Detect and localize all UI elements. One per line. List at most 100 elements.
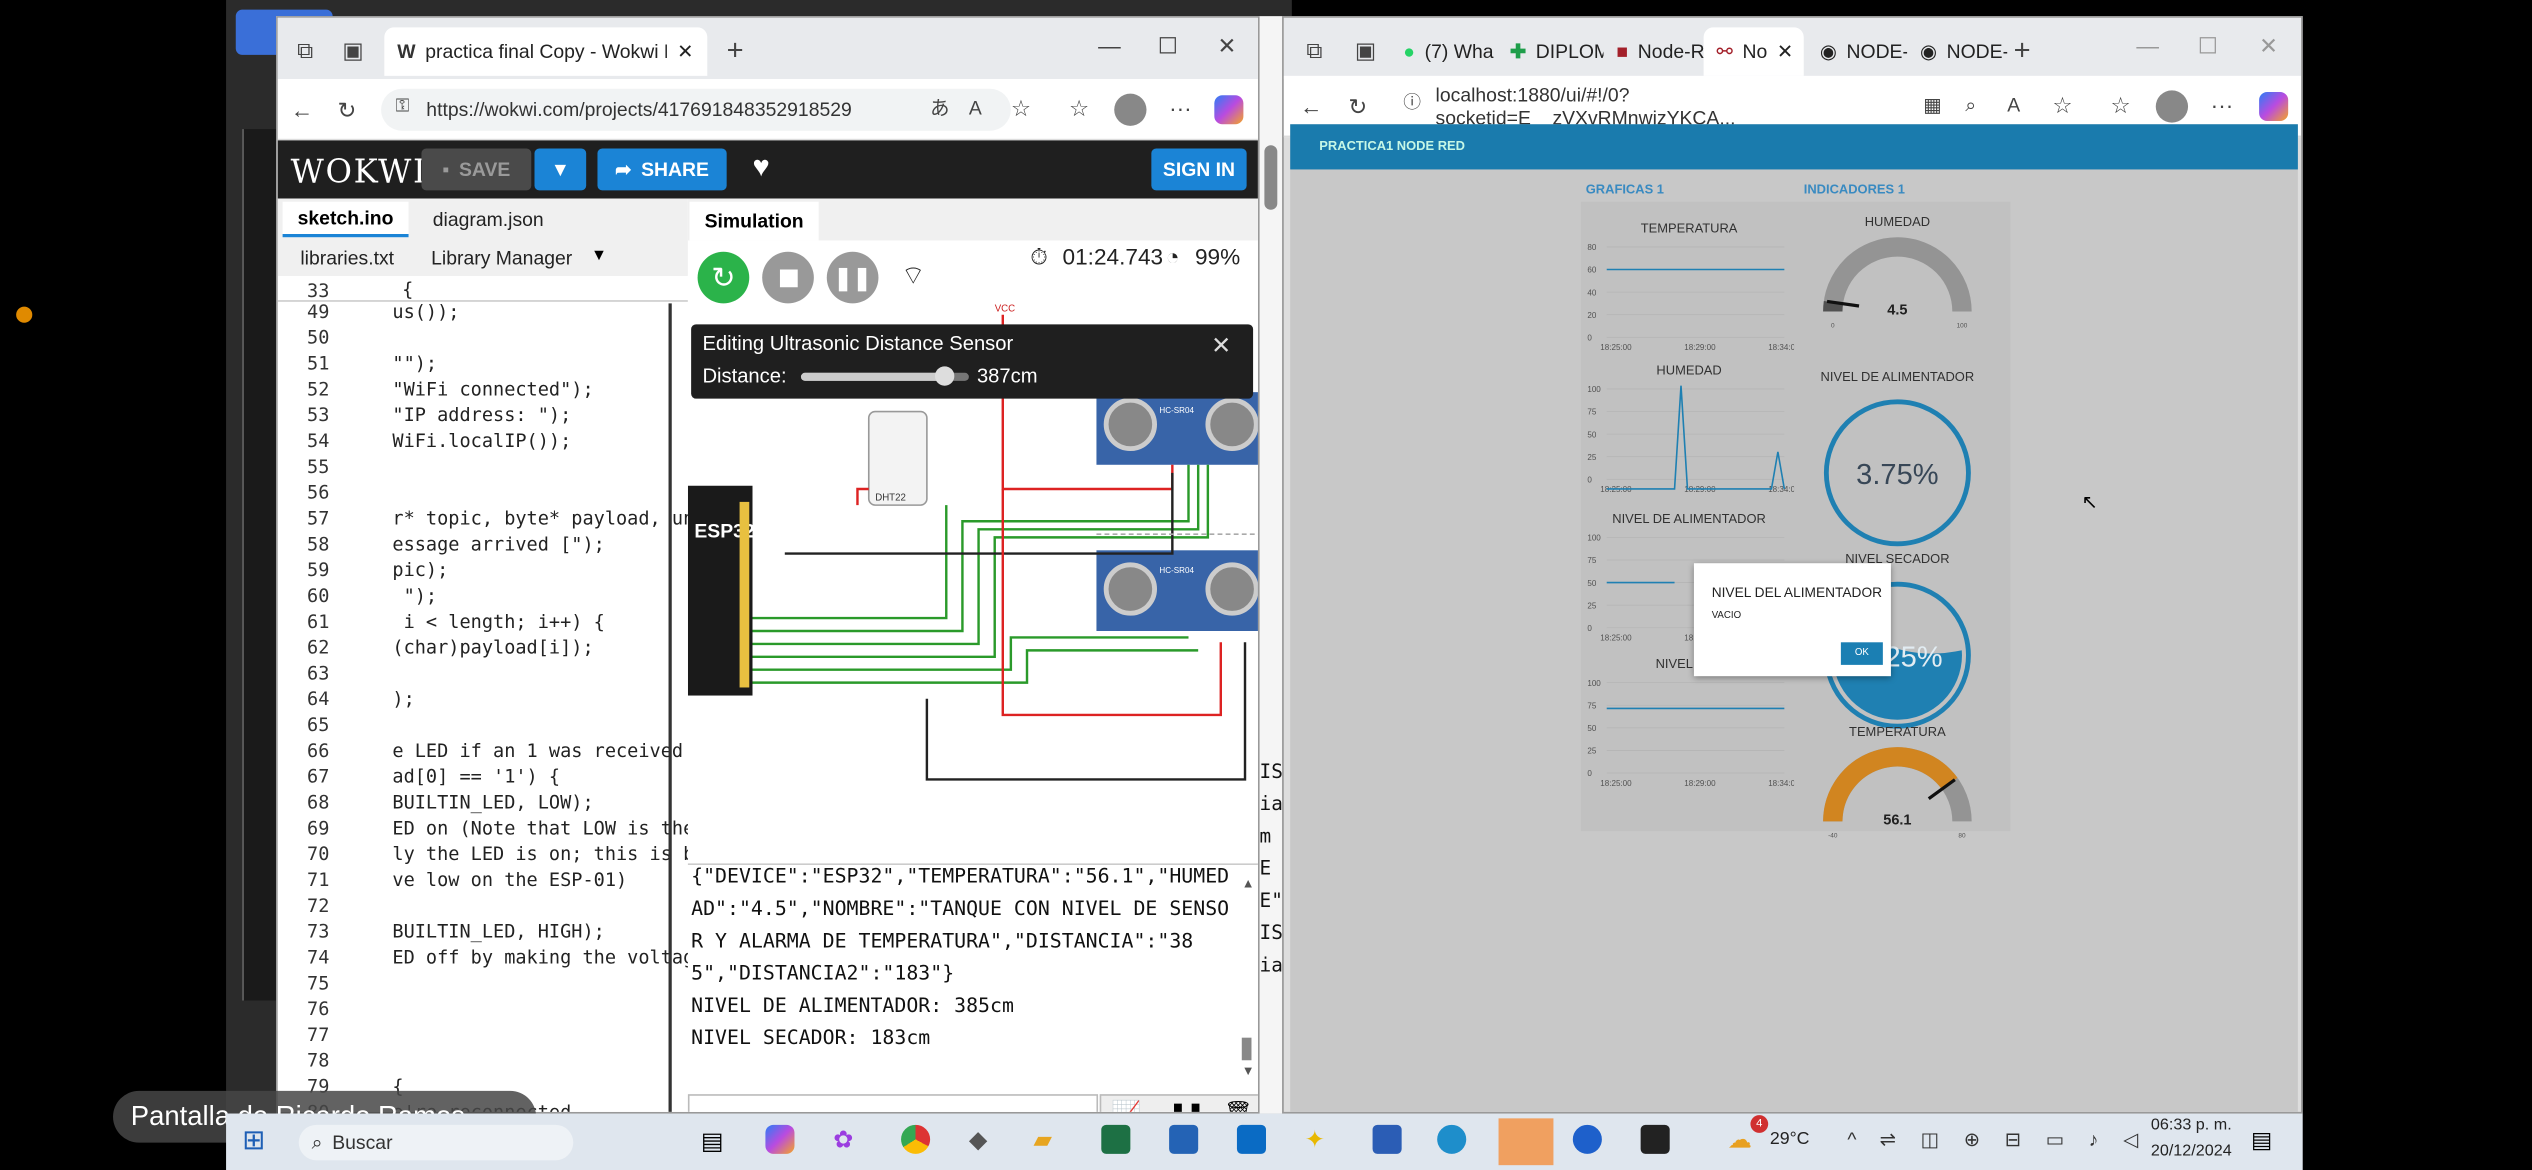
clock-date[interactable]: 20/12/2024 <box>2138 1143 2245 1161</box>
code-line[interactable]: BUILTIN_LED, LOW); <box>392 791 593 814</box>
workspaces-icon[interactable]: ⧉ <box>297 39 313 62</box>
tab-actions-icon[interactable]: ▣ <box>1355 39 1376 62</box>
code-line[interactable]: i < length; i++) { <box>392 610 605 633</box>
translate-icon[interactable]: あ <box>930 98 949 117</box>
close-icon[interactable]: ✕ <box>677 40 693 63</box>
slider-thumb[interactable] <box>935 366 956 386</box>
code-line[interactable]: "IP address: "); <box>392 403 571 426</box>
new-tab-icon[interactable]: + <box>2014 36 2031 65</box>
more-icon[interactable]: ··· <box>2211 94 2234 117</box>
favorite-icon[interactable]: ☆ <box>2052 94 2072 117</box>
code-line[interactable]: us()); <box>392 300 459 323</box>
code-line[interactable]: ""); <box>392 352 437 375</box>
folder-icon[interactable]: ▰ <box>1033 1125 1052 1153</box>
info-icon[interactable]: ⓘ <box>1403 94 1421 113</box>
minimize-icon[interactable]: — <box>1098 34 1121 57</box>
active-app-highlight[interactable] <box>1498 1118 1554 1166</box>
site-info-icon[interactable]: ⚿ <box>396 98 410 116</box>
code-line[interactable]: "); <box>392 584 438 607</box>
app-icon[interactable] <box>1169 1124 1199 1154</box>
app-icon[interactable]: ◆ <box>969 1125 988 1153</box>
app-icon[interactable]: ▦ <box>1923 95 1941 114</box>
serial-input[interactable] <box>687 1094 1099 1112</box>
tab-wokwi[interactable]: W practica final Copy - Wokwi ESP32 ✕ <box>384 27 708 76</box>
system-tray-icons[interactable]: ⇌ ◫ ⊕ ⊟ ▭ ♪ ◁ <box>1880 1128 2148 1151</box>
app-icon[interactable] <box>1572 1124 1602 1154</box>
close-icon[interactable]: ✕ <box>1211 331 1231 359</box>
tab-whatsapp[interactable]: ● (7) Wha <box>1390 27 1497 75</box>
terminal-icon[interactable] <box>1640 1124 1670 1154</box>
distance-slider[interactable] <box>800 366 969 386</box>
code-line[interactable]: (char)payload[i]); <box>392 636 593 659</box>
maximize-icon[interactable]: ☐ <box>1158 34 1178 57</box>
copilot-icon[interactable] <box>1214 95 1244 125</box>
close-window-icon[interactable]: ✕ <box>2259 34 2278 57</box>
close-window-icon[interactable]: ✕ <box>1218 34 1237 57</box>
serial-monitor-output[interactable]: {"DEVICE":"ESP32","TEMPERATURA":"56.1","… <box>691 860 1232 1089</box>
share-button[interactable]: ➦ SHARE <box>597 148 727 191</box>
refresh-icon[interactable]: ↻ <box>337 98 356 121</box>
code-line[interactable]: ad[0] == '1') { <box>392 765 560 788</box>
workspaces-icon[interactable]: ⧉ <box>1306 39 1322 62</box>
code-line[interactable]: WiFi.localIP()); <box>392 429 571 452</box>
code-line[interactable]: ve low on the ESP-01) <box>392 868 627 891</box>
taskbar-search[interactable]: ⌕ Buscar <box>298 1124 574 1161</box>
plotter-icon[interactable]: 📈 <box>1111 1099 1141 1112</box>
code-line[interactable]: ED off by making the voltage <box>392 946 705 969</box>
library-manager-menu[interactable]: Library Manager <box>431 247 572 270</box>
save-button[interactable]: ▪ SAVE <box>421 148 532 191</box>
chevron-up-icon[interactable]: ▲ <box>1242 876 1255 891</box>
dht22-sensor[interactable] <box>867 410 928 506</box>
back-icon[interactable]: ← <box>291 98 314 121</box>
edge-icon[interactable] <box>1437 1124 1467 1154</box>
refresh-icon[interactable]: ↻ <box>1348 95 1367 118</box>
tab-dashboard[interactable]: ⚯ No ✕ <box>1703 27 1804 76</box>
back-icon[interactable]: ← <box>1300 95 1323 118</box>
excel-icon[interactable] <box>1101 1124 1131 1154</box>
maximize-icon[interactable]: ☐ <box>2198 34 2218 57</box>
zoom-icon[interactable]: ⌕ <box>1965 95 1976 114</box>
task-view-icon[interactable]: ▤ <box>701 1126 724 1155</box>
code-line[interactable]: BUILTIN_LED, HIGH); <box>392 920 604 943</box>
app-icon[interactable]: ✿ <box>833 1125 853 1153</box>
tab-actions-icon[interactable]: ▣ <box>342 39 363 62</box>
pause-icon[interactable]: ❚❚ <box>1169 1101 1204 1112</box>
chevron-down-icon[interactable]: ▼ <box>591 247 607 265</box>
url-field[interactable]: ⚿ https://wokwi.com/projects/41769184835… <box>381 88 1011 131</box>
weather-temperature[interactable]: 29°C <box>1770 1130 1810 1149</box>
favorite-icon[interactable]: ☆ <box>1011 97 1031 120</box>
code-line[interactable]: pic); <box>392 558 448 581</box>
code-line[interactable]: essage arrived ["); <box>392 533 604 556</box>
tab-simulation[interactable]: Simulation <box>689 201 819 241</box>
outlook-icon[interactable] <box>1236 1124 1267 1154</box>
profile-avatar[interactable] <box>1114 93 1147 126</box>
notifications-icon[interactable]: ▤ <box>2251 1126 2272 1153</box>
scrollbar[interactable]: ▲ ▼ <box>1239 876 1255 1079</box>
chevron-up-icon[interactable]: ^ <box>1847 1128 1856 1151</box>
copilot-icon[interactable] <box>2259 91 2289 122</box>
favorites-bar-icon[interactable]: ☆ <box>2111 94 2131 117</box>
copilot-app-icon[interactable] <box>765 1124 795 1154</box>
chrome-icon[interactable] <box>901 1124 931 1154</box>
favorites-bar-icon[interactable]: ☆ <box>1069 97 1089 120</box>
code-line[interactable]: "WiFi connected"); <box>392 378 593 401</box>
app-icon[interactable]: ✦ <box>1305 1125 1325 1153</box>
chevron-down-icon[interactable]: ▼ <box>1242 1063 1255 1078</box>
read-aloud-icon[interactable]: A <box>969 98 982 117</box>
minimize-icon[interactable]: — <box>2136 34 2159 57</box>
code-line[interactable]: r* topic, byte* payload, uns <box>392 507 705 530</box>
url-field[interactable]: ⓘ localhost:1880/ui/#!/0?socketid=E__zVX… <box>1390 84 1924 129</box>
tab-node-red[interactable]: ■ Node-R <box>1603 27 1703 75</box>
windows-start-icon[interactable]: ⊞ <box>242 1125 265 1157</box>
tab-diagram[interactable]: diagram.json <box>433 208 544 231</box>
tab-github-1[interactable]: ◉ NODE- <box>1807 27 1907 75</box>
wokwi-logo[interactable]: WOKWI <box>291 152 428 191</box>
profile-avatar[interactable] <box>2155 90 2189 123</box>
more-icon[interactable]: ··· <box>1169 97 1192 120</box>
word-icon[interactable] <box>1372 1124 1402 1154</box>
tab-sketch[interactable]: sketch.ino <box>282 201 409 238</box>
tab-diplomado[interactable]: ✚ DIPLOM <box>1497 27 1604 75</box>
scrollbar-thumb[interactable] <box>1264 145 1278 210</box>
save-dropdown-button[interactable]: ▼ <box>534 148 587 191</box>
trash-icon[interactable]: 🗑 <box>1224 1099 1253 1112</box>
